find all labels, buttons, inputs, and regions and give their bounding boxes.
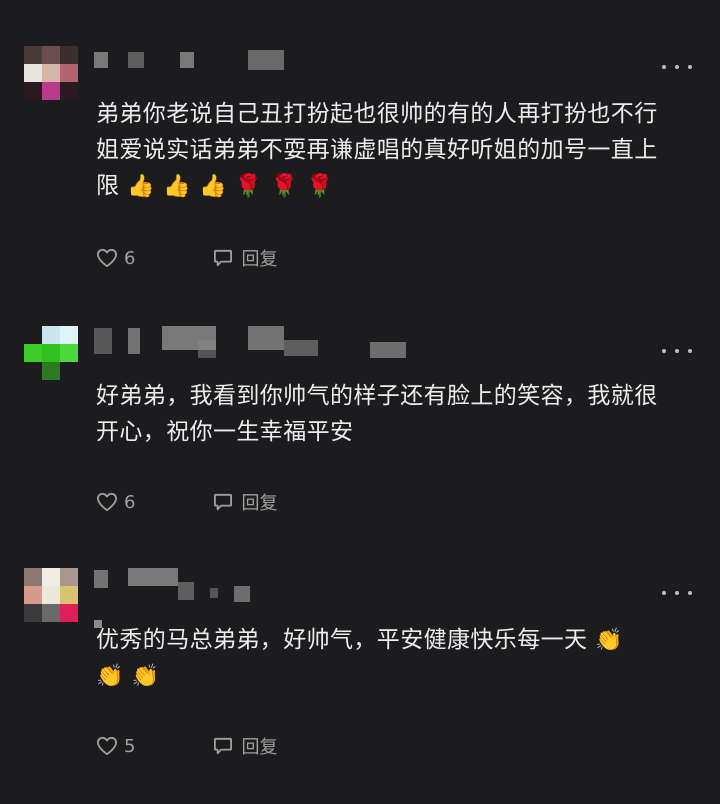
avatar[interactable] (24, 326, 78, 380)
avatar-pixel (42, 82, 60, 100)
username-blurred[interactable] (94, 50, 294, 72)
like-button[interactable]: 6 (96, 492, 135, 513)
reply-label: 回复 (241, 737, 278, 758)
avatar-pixel (42, 362, 60, 380)
comment-actions: 5 回复 (96, 734, 277, 758)
avatar-pixel (60, 586, 78, 604)
like-count: 6 (124, 247, 136, 269)
avatar[interactable] (24, 46, 78, 100)
comment-actions: 6 回复 (96, 246, 277, 270)
rose-icon: 🌹 (234, 173, 263, 199)
reply-button[interactable]: 回复 (213, 733, 277, 759)
avatar-pixel (60, 344, 78, 362)
comment-body: 好弟弟，我看到你帅气的样子还有脸上的笑容，我就很开心，祝你一生幸福平安 (96, 383, 658, 445)
avatar-pixel (60, 568, 78, 586)
thumbs-up-icon: 👍 (199, 173, 227, 199)
clapping-hands-icon: 👏 (595, 627, 624, 653)
chat-bubble-icon (214, 249, 233, 267)
avatar-pixel (42, 568, 60, 586)
avatar-pixel (24, 326, 42, 344)
rose-icon: 🌹 (306, 173, 335, 199)
avatar-pixel (24, 586, 42, 604)
avatar-pixel (60, 82, 78, 100)
clapping-hands-icon: 👏 (131, 663, 160, 689)
comment-text: 优秀的马总弟弟，好帅气，平安健康快乐每一天 👏 👏 👏 (96, 622, 680, 694)
clapping-hands-icon: 👏 (96, 663, 124, 689)
like-count: 6 (124, 491, 136, 513)
avatar-pixel (24, 344, 42, 362)
more-options-button[interactable] (662, 60, 692, 74)
like-button[interactable]: 5 (96, 736, 135, 757)
avatar-pixel (24, 82, 42, 100)
heart-icon (97, 492, 117, 512)
avatar-pixel (60, 604, 78, 622)
chat-bubble-icon (214, 737, 233, 755)
heart-icon (97, 248, 117, 268)
comment-text: 弟弟你老说自己丑打扮起也很帅的有的人再打扮也不行姐爱说实话弟弟不耍再谦虚唱的真好… (96, 96, 680, 204)
chat-bubble-icon (214, 493, 233, 511)
username-blurred[interactable] (94, 326, 414, 358)
avatar-pixel (60, 326, 78, 344)
avatar-pixel (42, 604, 60, 622)
more-options-button[interactable] (662, 586, 692, 600)
avatar-pixel (42, 326, 60, 344)
reply-label: 回复 (241, 249, 278, 270)
comment-body: 优秀的马总弟弟，好帅气，平安健康快乐每一天 (96, 627, 588, 653)
avatar-pixel (24, 604, 42, 622)
avatar[interactable] (24, 568, 78, 622)
avatar-pixel (42, 46, 60, 64)
like-button[interactable]: 6 (96, 248, 135, 269)
avatar-pixel (60, 46, 78, 64)
reply-button[interactable]: 回复 (213, 245, 277, 271)
comment-text: 好弟弟，我看到你帅气的样子还有脸上的笑容，我就很开心，祝你一生幸福平安 (96, 378, 680, 450)
rose-icon: 🌹 (270, 173, 299, 199)
thumbs-up-icon: 👍 (127, 173, 156, 199)
reply-label: 回复 (241, 493, 278, 514)
like-count: 5 (124, 735, 136, 757)
avatar-pixel (60, 64, 78, 82)
avatar-pixel (24, 64, 42, 82)
heart-icon (97, 736, 117, 756)
thumbs-up-icon: 👍 (163, 173, 191, 199)
avatar-pixel (42, 586, 60, 604)
avatar-pixel (24, 568, 42, 586)
avatar-pixel (60, 362, 78, 380)
avatar-pixel (42, 64, 60, 82)
username-blurred[interactable] (94, 568, 294, 602)
comment-actions: 6 回复 (96, 490, 277, 514)
avatar-pixel (24, 362, 42, 380)
avatar-pixel (24, 46, 42, 64)
avatar-pixel (42, 344, 60, 362)
more-options-button[interactable] (662, 344, 692, 358)
reply-button[interactable]: 回复 (213, 489, 277, 515)
